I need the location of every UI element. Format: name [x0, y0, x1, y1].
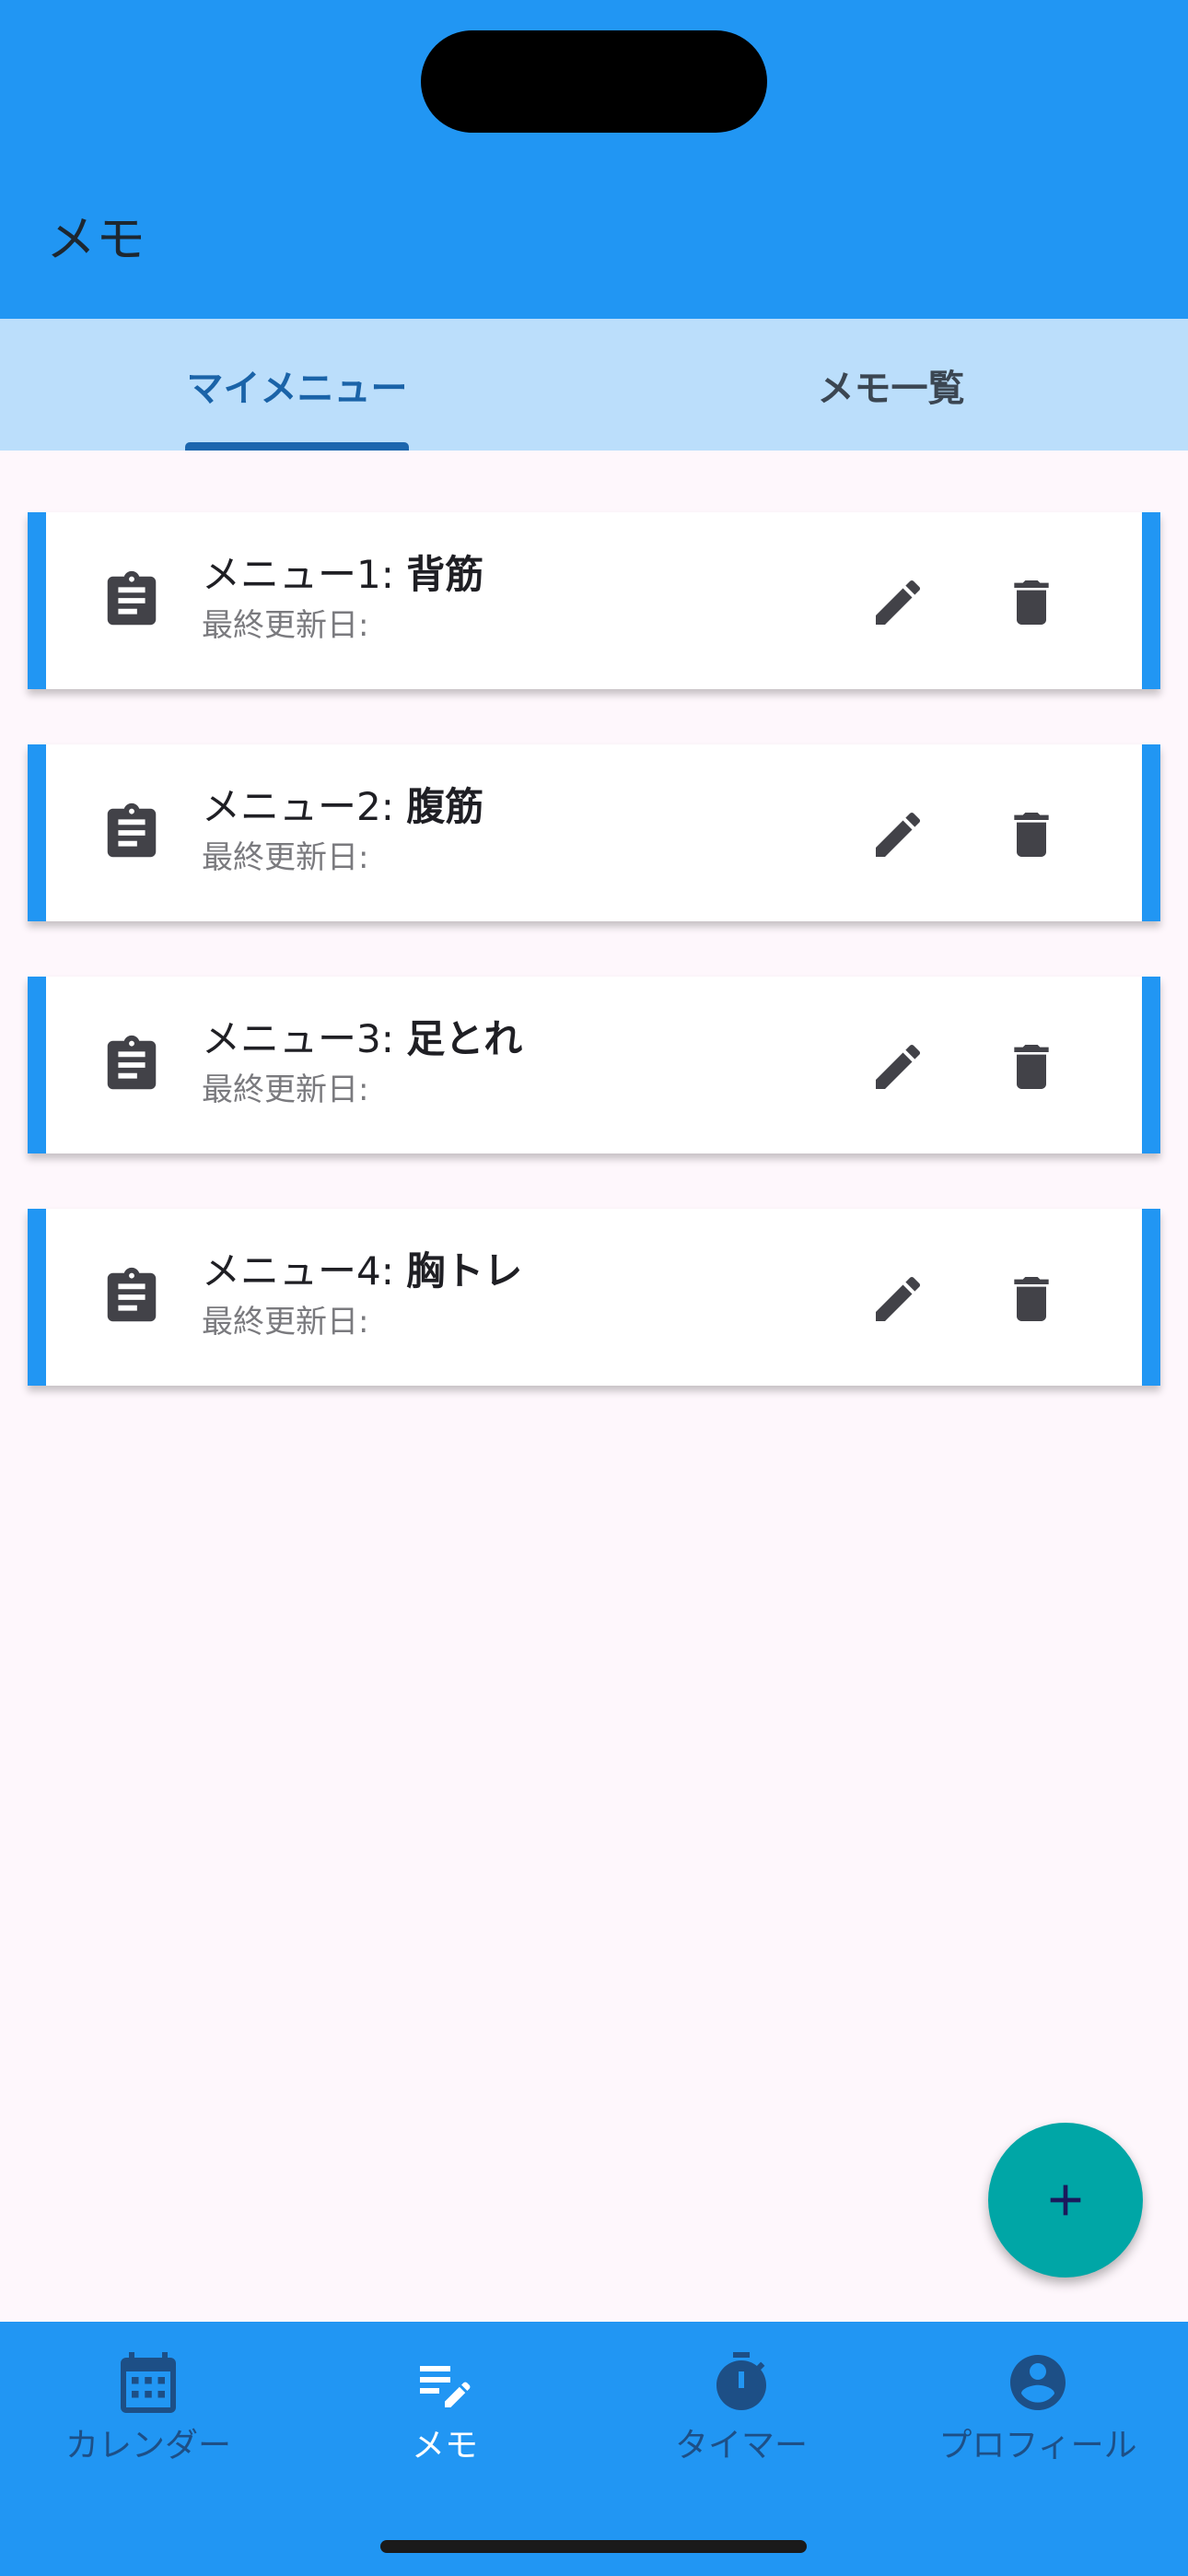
nav-memo[interactable]: メモ — [297, 2349, 593, 2497]
nav-calendar-label: カレンダー — [64, 2427, 231, 2465]
edit-button[interactable] — [861, 1262, 935, 1336]
last-updated-label: 最終更新日: — [202, 1304, 369, 1341]
edit-button[interactable] — [861, 798, 935, 872]
menu-title: メニュー2: 腹筋 — [202, 779, 483, 835]
trash-icon — [1014, 580, 1049, 625]
nav-profile-label: プロフィール — [938, 2427, 1137, 2465]
delete-button[interactable] — [995, 1030, 1068, 1104]
tab-indicator — [185, 442, 409, 451]
page-title: メモ — [46, 210, 146, 268]
menu-number: メニュー2: — [202, 784, 407, 829]
menu-number: メニュー3: — [202, 1016, 407, 1061]
delete-button[interactable] — [995, 566, 1068, 639]
last-updated-label: 最終更新日: — [202, 1071, 369, 1108]
menu-title: メニュー3: 足とれ — [202, 1012, 522, 1067]
bottom-navigation: カレンダー メモ タイマー プロフィール — [0, 2322, 1188, 2576]
pencil-icon — [876, 1276, 921, 1321]
nav-timer-label: タイマー — [674, 2427, 808, 2465]
menu-card[interactable]: メニュー4: 胸トレ 最終更新日: — [28, 1209, 1160, 1386]
menu-number: メニュー1: — [202, 552, 407, 597]
note-edit-icon — [420, 2366, 471, 2407]
menu-number: メニュー4: — [202, 1248, 407, 1294]
delete-button[interactable] — [995, 1262, 1068, 1336]
tab-my-menu[interactable]: マイメニュー — [0, 319, 594, 451]
edit-button[interactable] — [861, 1030, 935, 1104]
pencil-icon — [876, 812, 921, 857]
calendar-icon — [121, 2352, 176, 2413]
timer-icon — [716, 2352, 766, 2410]
menu-title: メニュー1: 背筋 — [202, 547, 483, 603]
nav-memo-label: メモ — [411, 2427, 478, 2465]
app-bar: メモ — [0, 0, 1188, 319]
dynamic-island — [421, 30, 767, 133]
menu-title: メニュー4: 胸トレ — [202, 1244, 522, 1299]
clipboard-icon — [107, 1267, 157, 1322]
clipboard-icon — [107, 802, 157, 858]
tab-memo-list[interactable]: メモ一覧 — [594, 319, 1188, 451]
home-indicator — [380, 2540, 807, 2553]
clipboard-icon — [107, 1035, 157, 1090]
pencil-icon — [876, 1044, 921, 1089]
add-menu-button[interactable] — [988, 2123, 1143, 2277]
tab-bar: マイメニュー メモ一覧 — [0, 319, 1188, 451]
pencil-icon — [876, 580, 921, 625]
trash-icon — [1014, 813, 1049, 857]
last-updated-label: 最終更新日: — [202, 607, 369, 644]
trash-icon — [1014, 1045, 1049, 1089]
delete-button[interactable] — [995, 798, 1068, 872]
trash-icon — [1014, 1277, 1049, 1321]
nav-calendar[interactable]: カレンダー — [0, 2349, 297, 2497]
edit-button[interactable] — [861, 566, 935, 639]
menu-name: 背筋 — [406, 552, 484, 597]
last-updated-label: 最終更新日: — [202, 839, 369, 876]
nav-profile[interactable]: プロフィール — [890, 2349, 1186, 2497]
nav-timer[interactable]: タイマー — [593, 2349, 890, 2497]
menu-name: 胸トレ — [406, 1248, 523, 1294]
plus-icon — [1050, 2184, 1081, 2216]
menu-card[interactable]: メニュー1: 背筋 最終更新日: — [28, 512, 1160, 689]
profile-icon — [1010, 2355, 1066, 2410]
menu-card[interactable]: メニュー2: 腹筋 最終更新日: — [28, 744, 1160, 921]
menu-name: 足とれ — [406, 1016, 523, 1061]
menu-card[interactable]: メニュー3: 足とれ 最終更新日: — [28, 977, 1160, 1153]
clipboard-icon — [107, 570, 157, 626]
menu-name: 腹筋 — [406, 784, 484, 829]
